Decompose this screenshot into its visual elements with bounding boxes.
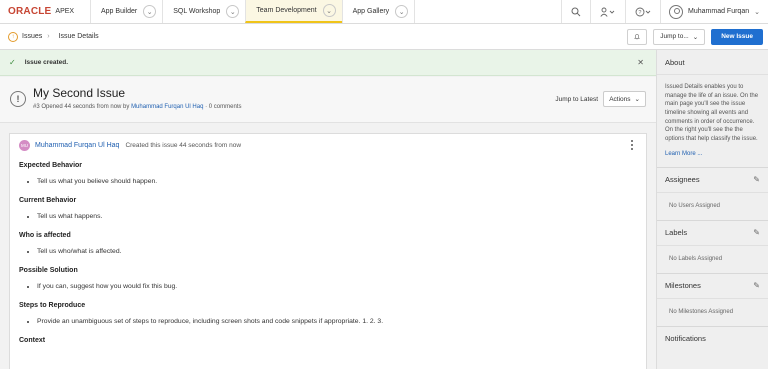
comment-body: Expected Behavior Tell us what you belie… [19, 162, 646, 344]
milestones-empty-text: No Milestones Assigned [657, 297, 768, 326]
issue-status-icon: ! [10, 91, 26, 107]
issue-sidebar: About Issued Details enables you to mana… [656, 50, 768, 369]
edit-pencil-icon[interactable]: ✎ [753, 228, 760, 237]
issue-comment-card: MU Muhammad Furqan Ul Haq Created this i… [9, 133, 647, 369]
breadcrumb-bar: ↑ Issues › Issue Details Jump to... ⌄ Ne… [0, 24, 768, 50]
issue-author-link[interactable]: Muhammad Furqan Ul Haq [131, 104, 203, 110]
user-menu[interactable]: Muhammad Furqan ⌄ [660, 0, 768, 23]
labels-title: Labels [665, 228, 688, 237]
about-text: Issued Details enables you to manage the… [665, 84, 759, 143]
labels-heading: Labels ✎ [657, 221, 768, 245]
new-issue-button[interactable]: New Issue [711, 28, 763, 45]
edit-pencil-icon[interactable]: ✎ [753, 281, 760, 290]
actions-label: Actions [609, 95, 631, 103]
assignees-empty-text: No Users Assigned [657, 191, 768, 220]
milestones-panel: Milestones ✎ No Milestones Assigned [657, 274, 768, 327]
list-item: Tell us what you believe should happen. [37, 178, 646, 185]
breadcrumb-separator-icon: › [47, 33, 50, 40]
comment-created-text: Created this issue 44 seconds from now [125, 141, 242, 149]
comment-header: MU Muhammad Furqan Ul Haq Created this i… [10, 134, 646, 156]
comment-author-link[interactable]: Muhammad Furqan Ul Haq [35, 142, 119, 149]
milestones-title: Milestones [665, 281, 701, 290]
section-heading: Who is affected [19, 232, 71, 239]
list-item: Provide an unambiguous set of steps to r… [37, 318, 646, 325]
success-alert: ✓ Issue created. ✕ [0, 50, 656, 76]
avatar: MU [19, 139, 30, 151]
close-icon[interactable]: ✕ [637, 58, 644, 67]
brand-name: ORACLE [8, 6, 52, 17]
chevron-down-icon[interactable]: ⌄ [226, 5, 240, 18]
list-item: Tell us who/what is affected. [37, 248, 646, 255]
chevron-down-icon: ⌄ [692, 33, 699, 41]
tab-sql-workshop[interactable]: SQL Workshop ⌄ [162, 0, 245, 23]
section-heading: Expected Behavior [19, 162, 83, 169]
actions-menu-button[interactable]: Actions ⌄ [603, 91, 646, 107]
bullet-list: Tell us what you believe should happen. [37, 178, 646, 185]
section-heading: Steps to Reproduce [19, 302, 86, 309]
jump-to-button[interactable]: Jump to... ⌄ [653, 28, 706, 45]
alert-message: Issue created. [24, 59, 69, 66]
about-body: Issued Details enables you to manage the… [657, 74, 768, 167]
milestones-heading: Milestones ✎ [657, 274, 768, 298]
chevron-down-icon: ⌄ [634, 96, 640, 103]
top-navigation-bar: ORACLE APEX App Builder ⌄ SQL Workshop ⌄… [0, 0, 768, 24]
chevron-down-icon[interactable]: ⌄ [395, 5, 409, 18]
chevron-down-icon[interactable]: ⌄ [322, 4, 336, 17]
about-heading: About [665, 57, 685, 67]
tab-label: App Gallery [352, 8, 390, 15]
tab-app-builder[interactable]: App Builder ⌄ [90, 0, 162, 23]
bullet-list: Provide an unambiguous set of steps to r… [37, 318, 646, 325]
about-panel: About Issued Details enables you to mana… [657, 50, 768, 168]
tab-label: SQL Workshop [173, 8, 221, 15]
tab-label: App Builder [101, 8, 138, 15]
assignees-panel: Assignees ✎ No Users Assigned [657, 168, 768, 221]
bullet-list: Tell us what happens. [37, 213, 646, 220]
issue-meta-suffix: · 0 comments [203, 104, 242, 110]
bullet-list: If you can, suggest how you would fix th… [37, 283, 646, 290]
list-item: If you can, suggest how you would fix th… [37, 283, 646, 290]
more-options-icon[interactable] [631, 140, 634, 152]
bell-icon [634, 34, 641, 40]
product-name: APEX [55, 8, 75, 15]
section-heading: Context [19, 337, 46, 344]
breadcrumb-issue-details: Issue Details [58, 33, 99, 40]
issue-title: My Second Issue [33, 86, 126, 100]
list-item: Tell us what happens. [37, 213, 646, 220]
search-icon[interactable] [561, 0, 590, 23]
issue-meta-prefix: #3 Opened 44 seconds from now by [33, 104, 132, 110]
administration-icon[interactable] [590, 0, 625, 23]
notifications-bell-button[interactable] [627, 28, 648, 45]
jump-to-latest-link[interactable]: Jump to Latest [555, 96, 598, 103]
tab-app-gallery[interactable]: App Gallery ⌄ [341, 0, 416, 23]
breadcrumb-issues[interactable]: Issues [22, 33, 42, 40]
oracle-apex-logo[interactable]: ORACLE APEX [0, 0, 90, 23]
section-heading: Possible Solution [19, 267, 78, 274]
checkmark-icon: ✓ [9, 58, 16, 67]
labels-empty-text: No Labels Assigned [657, 244, 768, 273]
issues-arrow-icon: ↑ [8, 31, 18, 42]
tab-label: Team Development [256, 7, 317, 14]
jump-to-label: Jump to... [660, 33, 689, 40]
section-heading: Current Behavior [19, 197, 77, 204]
top-right-controls: ? Muhammad Furqan ⌄ [561, 0, 768, 23]
learn-more-link[interactable]: Learn More ... [665, 150, 760, 159]
user-avatar-icon [669, 4, 684, 19]
notifications-heading: Notifications [665, 334, 706, 343]
chevron-down-icon: ⌄ [754, 8, 760, 16]
svg-text:?: ? [638, 10, 641, 16]
tab-team-development[interactable]: Team Development ⌄ [245, 0, 342, 23]
page-actions: Jump to... ⌄ New Issue [621, 28, 763, 45]
chevron-down-icon[interactable]: ⌄ [143, 5, 157, 18]
issue-header: ! My Second Issue #3 Opened 44 seconds f… [0, 77, 656, 123]
edit-pencil-icon[interactable]: ✎ [753, 175, 760, 184]
notifications-panel: Notifications [657, 327, 768, 351]
help-icon[interactable]: ? [625, 0, 660, 23]
issue-meta: #3 Opened 44 seconds from now by Muhamma… [33, 104, 241, 110]
assignees-title: Assignees [665, 175, 700, 184]
labels-panel: Labels ✎ No Labels Assigned [657, 221, 768, 274]
user-name: Muhammad Furqan [688, 8, 750, 15]
assignees-heading: Assignees ✎ [657, 168, 768, 192]
bullet-list: Tell us who/what is affected. [37, 248, 646, 255]
